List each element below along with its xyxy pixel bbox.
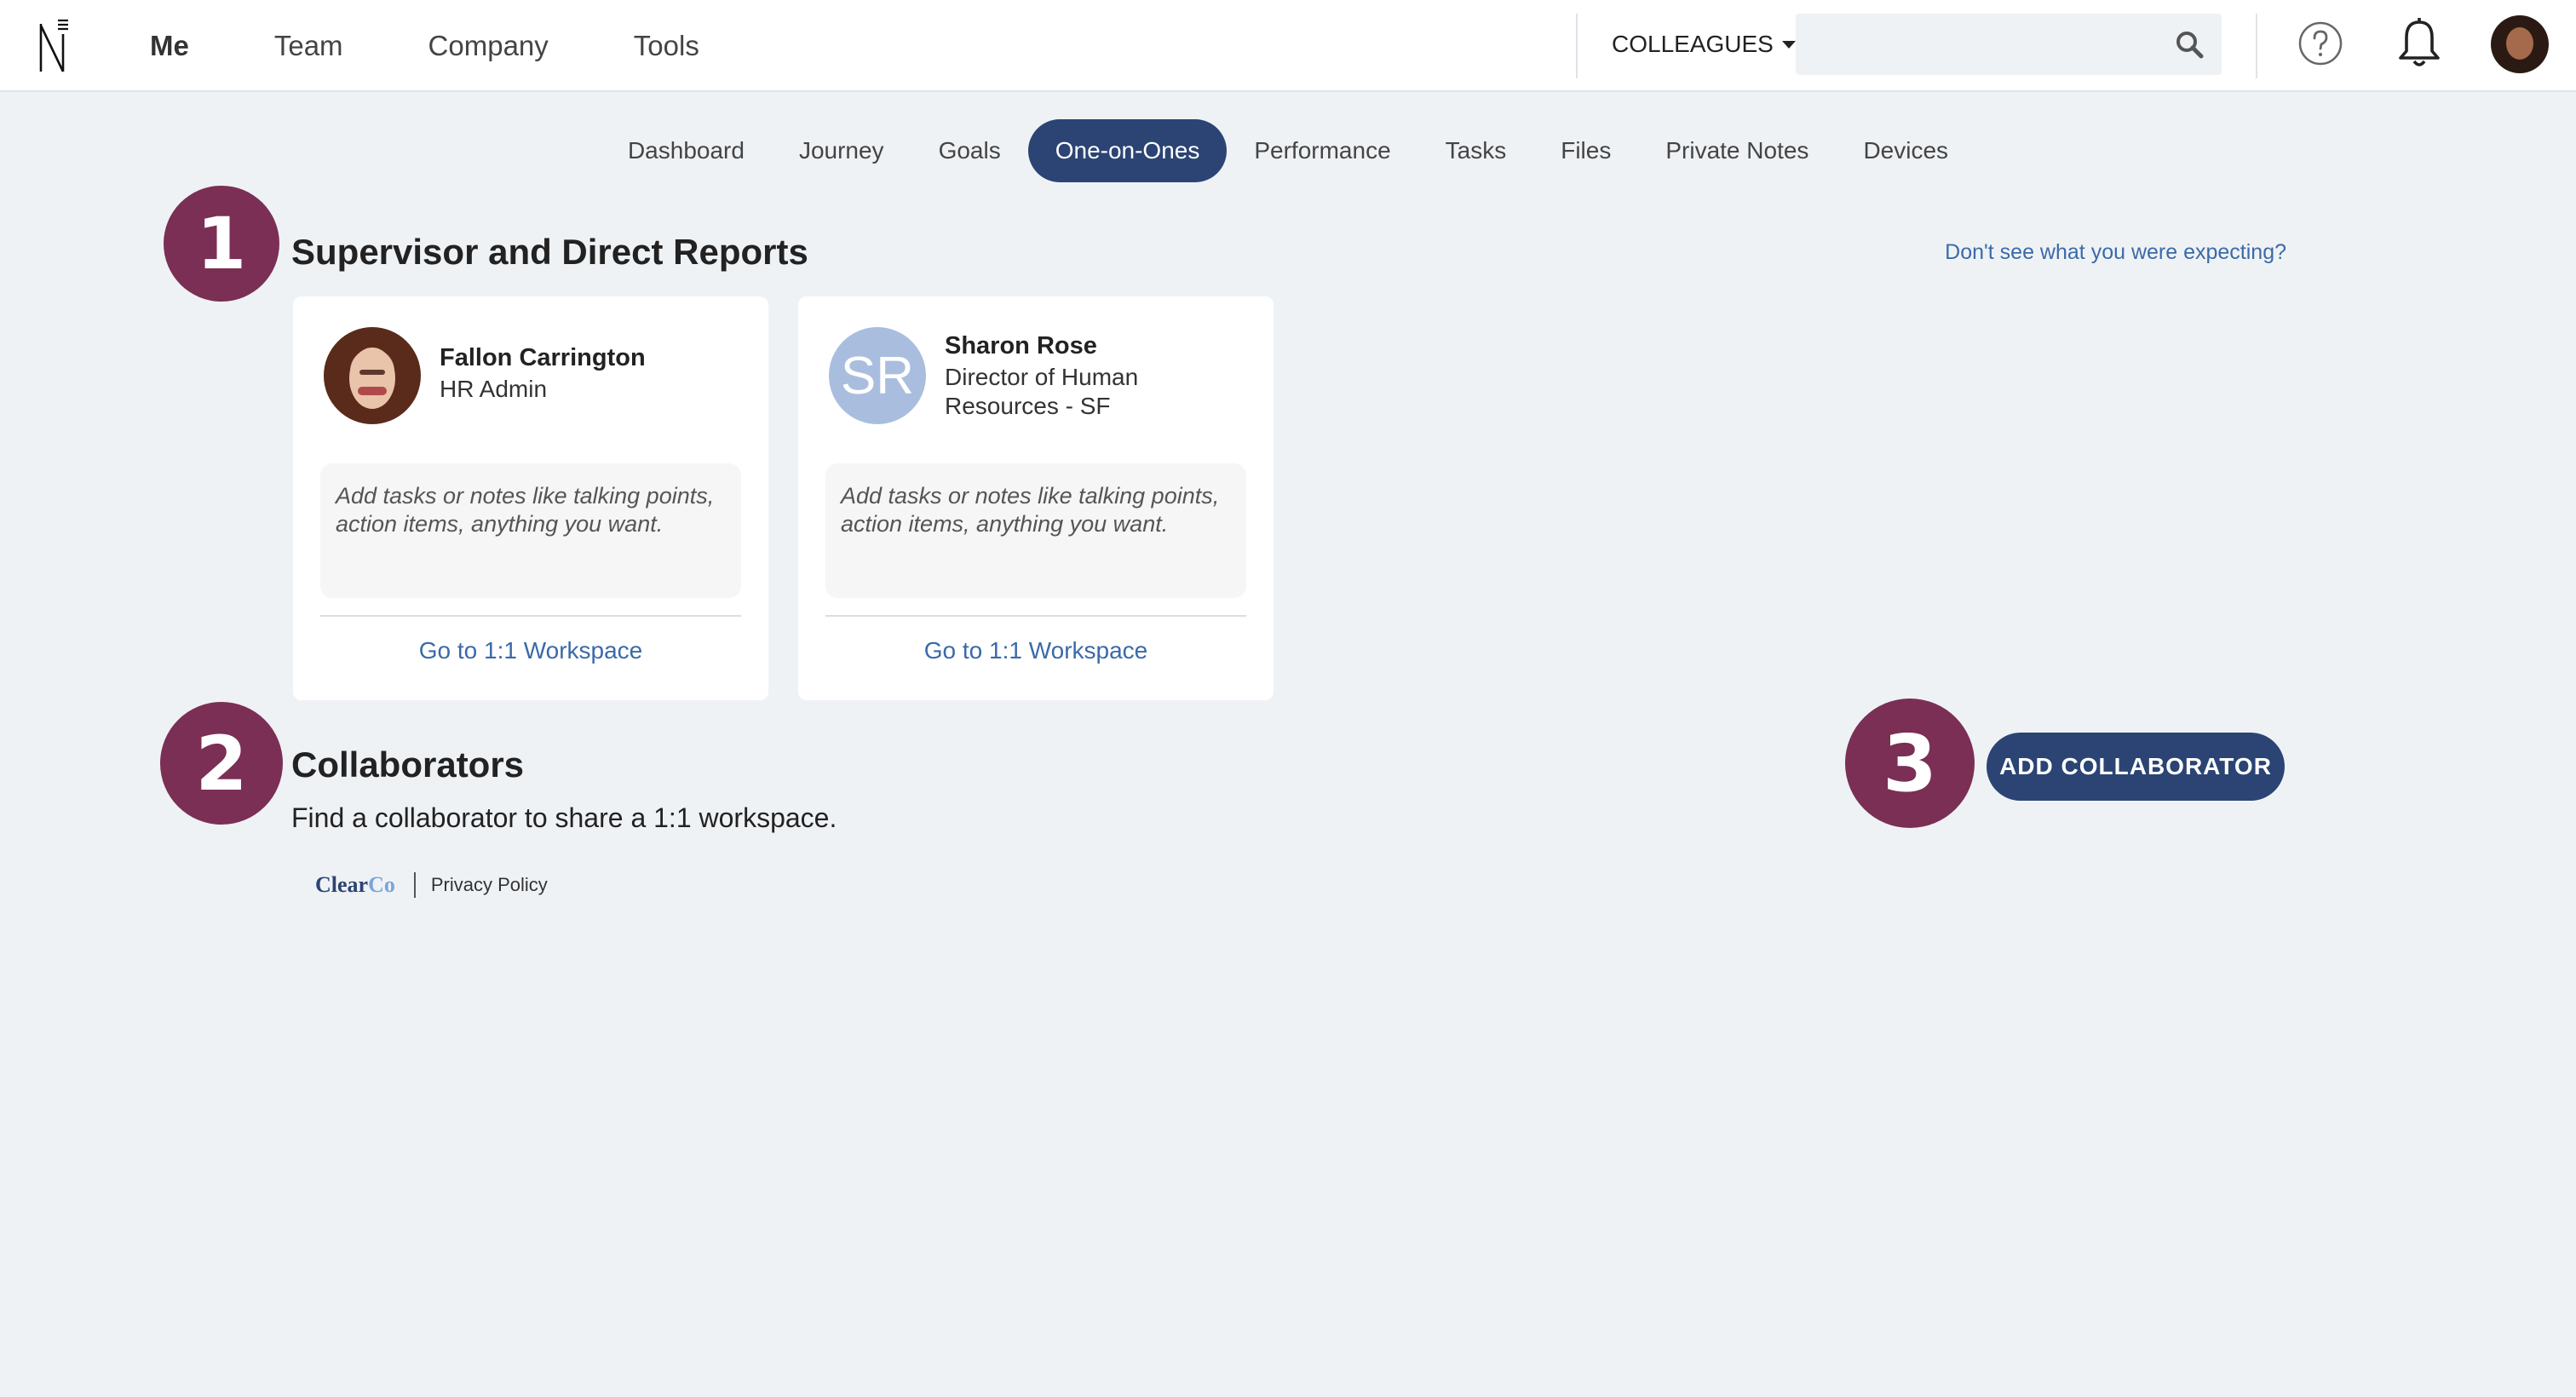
notes-input[interactable]: Add tasks or notes like talking points, … bbox=[825, 463, 1246, 598]
search-input[interactable] bbox=[1796, 14, 2222, 75]
person-role: HR Admin bbox=[440, 376, 548, 402]
top-bar: Me Team Company Tools COLLEAGUES bbox=[0, 0, 2576, 92]
sub-nav: Dashboard Journey Goals One-on-Ones Perf… bbox=[0, 119, 2576, 182]
person-card: Fallon Carrington HR Admin Add tasks or … bbox=[293, 296, 768, 700]
divider bbox=[1576, 14, 1578, 78]
search-icon[interactable] bbox=[2174, 29, 2205, 60]
tab-private-notes[interactable]: Private Notes bbox=[1638, 119, 1836, 182]
tab-one-on-ones[interactable]: One-on-Ones bbox=[1027, 119, 1228, 182]
colleagues-label: COLLEAGUES bbox=[1612, 31, 1774, 57]
caret-down-icon bbox=[1781, 40, 1796, 49]
tab-goals[interactable]: Goals bbox=[911, 119, 1028, 182]
person-name: Sharon Rose bbox=[945, 332, 1097, 359]
workspace-link[interactable]: Go to 1:1 Workspace bbox=[798, 637, 1274, 664]
workspace-link[interactable]: Go to 1:1 Workspace bbox=[293, 637, 768, 664]
person-card: SR Sharon Rose Director of Human Resourc… bbox=[798, 296, 1274, 700]
avatar[interactable] bbox=[2491, 15, 2549, 73]
tab-devices[interactable]: Devices bbox=[1836, 119, 1975, 182]
person-role: Director of Human Resources - SF bbox=[945, 364, 1139, 419]
collaborators-subtitle: Find a collaborator to share a 1:1 works… bbox=[291, 802, 837, 833]
avatar-initials: SR bbox=[829, 327, 926, 424]
tab-tasks[interactable]: Tasks bbox=[1418, 119, 1534, 182]
step-marker-2: 2 bbox=[160, 702, 283, 825]
nav-tools[interactable]: Tools bbox=[634, 30, 699, 62]
search-box bbox=[1796, 14, 2222, 75]
nav-team[interactable]: Team bbox=[274, 30, 343, 62]
tab-performance[interactable]: Performance bbox=[1227, 119, 1417, 182]
logo-icon[interactable] bbox=[37, 15, 72, 77]
divider bbox=[320, 615, 741, 617]
person-name: Fallon Carrington bbox=[440, 344, 646, 371]
notes-input[interactable]: Add tasks or notes like talking points, … bbox=[320, 463, 741, 598]
section-title-supervisor: Supervisor and Direct Reports bbox=[291, 232, 808, 272]
brand-main: Clear bbox=[315, 872, 369, 897]
help-expecting-link[interactable]: Don't see what you were expecting? bbox=[1945, 240, 2286, 265]
add-collaborator-button[interactable]: ADD COLLABORATOR bbox=[1987, 733, 2285, 801]
avatar bbox=[324, 327, 421, 424]
nav-me[interactable]: Me bbox=[150, 30, 189, 62]
step-marker-1: 1 bbox=[164, 186, 279, 302]
divider bbox=[825, 615, 1246, 617]
brand-logo: ClearCo bbox=[315, 872, 395, 898]
step-marker-3: 3 bbox=[1845, 698, 1975, 828]
footer: ClearCo Privacy Policy bbox=[315, 871, 548, 900]
main-nav: Me Team Company Tools bbox=[150, 0, 785, 92]
brand-accent: Co bbox=[368, 872, 395, 897]
tab-journey[interactable]: Journey bbox=[772, 119, 911, 182]
tab-dashboard[interactable]: Dashboard bbox=[601, 119, 772, 182]
divider bbox=[2256, 14, 2257, 78]
help-icon[interactable] bbox=[2297, 20, 2343, 66]
section-title-collaborators: Collaborators bbox=[291, 744, 525, 785]
colleagues-dropdown[interactable]: COLLEAGUES bbox=[1612, 0, 1796, 89]
divider bbox=[413, 872, 416, 898]
tab-files[interactable]: Files bbox=[1533, 119, 1638, 182]
bell-icon[interactable] bbox=[2395, 17, 2443, 70]
nav-company[interactable]: Company bbox=[428, 30, 549, 62]
privacy-policy-link[interactable]: Privacy Policy bbox=[431, 874, 548, 896]
